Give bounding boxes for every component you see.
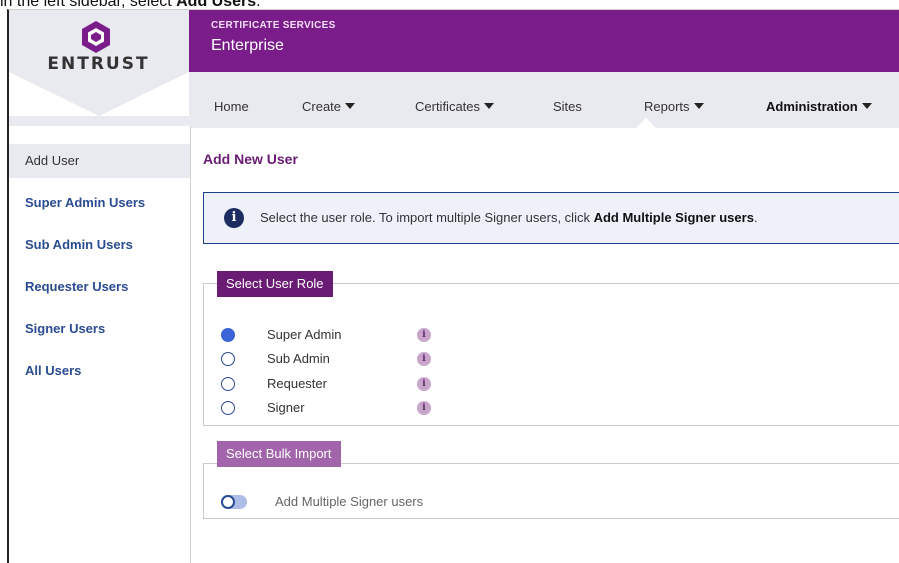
- sidebar-item-requester-users[interactable]: Requester Users: [9, 270, 190, 304]
- nav-sites[interactable]: Sites: [553, 99, 582, 114]
- caret-down-icon: [345, 103, 356, 109]
- toggle-label: Add Multiple Signer users: [275, 494, 424, 509]
- info-text: Select the user role. To import multiple…: [260, 210, 594, 225]
- nav-label: Create: [302, 99, 342, 114]
- nav-reports[interactable]: Reports: [644, 99, 704, 114]
- bulk-import-toggle-row[interactable]: Add Multiple Signer users: [221, 493, 521, 513]
- role-option-sub-admin[interactable]: Sub Admin i: [221, 350, 541, 370]
- radio-button[interactable]: [221, 377, 235, 391]
- active-nav-pointer: [635, 118, 657, 129]
- sidebar-item-all-users[interactable]: All Users: [9, 354, 190, 388]
- nav-label: Certificates: [415, 99, 481, 114]
- page-title: Add New User: [203, 151, 298, 167]
- info-icon[interactable]: i: [417, 328, 431, 342]
- product-name[interactable]: Enterprise: [211, 37, 284, 55]
- header-bar: CERTIFICATE SERVICES Enterprise: [189, 10, 899, 72]
- caret-down-icon: [861, 103, 872, 109]
- nav-label: Home: [214, 99, 249, 114]
- nav-administration[interactable]: Administration: [766, 99, 872, 114]
- logo-chevron-decoration: [9, 72, 189, 116]
- sidebar-item-add-user[interactable]: Add User: [9, 144, 190, 178]
- info-link-text: Add Multiple Signer users: [593, 210, 754, 225]
- info-suffix: .: [753, 210, 758, 225]
- entrust-logo-icon[interactable]: [80, 20, 112, 54]
- logo-wordmark: ENTRUST: [47, 54, 150, 74]
- role-label: Super Admin: [267, 327, 342, 342]
- info-icon: i: [224, 208, 244, 228]
- role-option-signer[interactable]: Signer i: [221, 399, 541, 419]
- nav-certificates[interactable]: Certificates: [415, 99, 495, 114]
- sidebar-item-sub-admin-users[interactable]: Sub Admin Users: [9, 228, 190, 262]
- info-banner: i Select the user role. To import multip…: [203, 192, 899, 244]
- nav-create[interactable]: Create: [302, 99, 356, 114]
- instruction-caption: in the left sidebar, select Add Users.: [0, 0, 261, 10]
- radio-button[interactable]: [221, 352, 235, 366]
- radio-button-checked[interactable]: [221, 328, 235, 342]
- app-window: ENTRUST CERTIFICATE SERVICES Enterprise …: [7, 9, 899, 563]
- nav-home[interactable]: Home: [214, 99, 249, 114]
- bulk-import-legend: Select Bulk Import: [217, 441, 341, 467]
- user-role-legend: Select User Role: [217, 271, 333, 297]
- info-icon[interactable]: i: [417, 401, 431, 415]
- sidebar: Add User Super Admin Users Sub Admin Use…: [9, 126, 191, 563]
- role-option-super-admin[interactable]: Super Admin i: [221, 326, 541, 346]
- nav-label: Reports: [644, 99, 690, 114]
- logo-area: ENTRUST: [9, 10, 189, 126]
- info-icon[interactable]: i: [417, 352, 431, 366]
- service-label: CERTIFICATE SERVICES: [211, 20, 336, 31]
- toggle-knob: [221, 495, 235, 509]
- radio-button[interactable]: [221, 401, 235, 415]
- nav-label: Sites: [553, 99, 582, 114]
- role-option-requester[interactable]: Requester i: [221, 375, 541, 395]
- role-label: Requester: [267, 376, 327, 391]
- role-label: Signer: [267, 400, 305, 415]
- main-nav: Home Create Certificates Sites Reports A…: [189, 72, 899, 128]
- role-label: Sub Admin: [267, 351, 330, 366]
- toggle-switch[interactable]: [221, 495, 247, 509]
- sidebar-item-signer-users[interactable]: Signer Users: [9, 312, 190, 346]
- sidebar-item-super-admin-users[interactable]: Super Admin Users: [9, 186, 190, 220]
- nav-label: Administration: [766, 99, 858, 114]
- caret-down-icon: [484, 103, 495, 109]
- info-message: Select the user role. To import multiple…: [260, 210, 758, 225]
- info-icon[interactable]: i: [417, 377, 431, 391]
- caret-down-icon: [693, 103, 704, 109]
